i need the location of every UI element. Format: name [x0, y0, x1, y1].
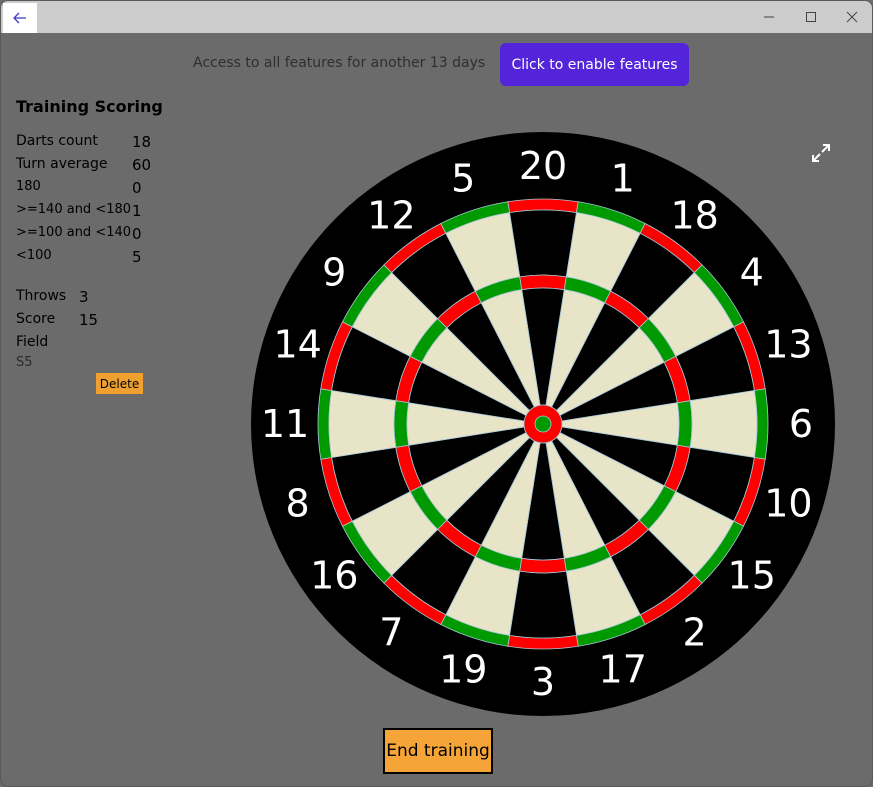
- outer-single-segment-3[interactable]: [509, 570, 577, 639]
- board-number-13: 13: [764, 322, 812, 366]
- stat-label: Turn average: [16, 156, 108, 172]
- stat-value: 60: [132, 156, 152, 174]
- delete-button[interactable]: Delete: [96, 373, 143, 394]
- end-training-button[interactable]: End training: [383, 728, 493, 774]
- board-number-6: 6: [789, 402, 813, 446]
- board-number-12: 12: [367, 193, 415, 237]
- maximize-icon: [806, 12, 816, 22]
- inner-bull[interactable]: [534, 415, 552, 433]
- stat-value: 1: [132, 202, 142, 220]
- board-number-17: 17: [599, 647, 647, 691]
- stat-row: <100 5: [16, 248, 246, 271]
- stat-label: <100: [16, 248, 52, 263]
- board-number-2: 2: [683, 611, 707, 655]
- triple-segment-6[interactable]: [676, 400, 693, 448]
- outer-single-segment-20[interactable]: [509, 209, 577, 278]
- field-label: Field: [16, 334, 49, 350]
- board-number-10: 10: [764, 482, 812, 526]
- board-number-4: 4: [740, 250, 764, 294]
- stat-label: Darts count: [16, 133, 98, 149]
- board-number-15: 15: [728, 554, 776, 598]
- stat-row: >=100 and <140 0: [16, 225, 246, 248]
- title-bar: [1, 1, 872, 33]
- throws-value: 3: [79, 288, 89, 306]
- board-number-20: 20: [519, 144, 567, 188]
- board-number-8: 8: [286, 482, 310, 526]
- app-window: Access to all features for another 13 da…: [0, 0, 873, 787]
- arrow-left-icon: [13, 12, 26, 24]
- stat-value: 5: [132, 248, 142, 266]
- panel-title: Training Scoring: [16, 97, 163, 116]
- board-number-9: 9: [322, 250, 346, 294]
- board-number-1: 1: [611, 157, 635, 201]
- close-icon: [846, 11, 858, 23]
- back-button[interactable]: [3, 3, 37, 33]
- stat-label: >=140 and <180: [16, 202, 132, 217]
- board-number-3: 3: [531, 660, 555, 704]
- maximize-button[interactable]: [789, 1, 833, 33]
- field-value: S5: [16, 355, 33, 370]
- minimize-button[interactable]: [747, 1, 791, 33]
- outer-single-segment-6[interactable]: [689, 390, 758, 458]
- board-number-11: 11: [261, 402, 309, 446]
- training-scoring-panel: Training Scoring Darts count 18 Turn ave…: [16, 97, 246, 271]
- enable-features-button[interactable]: Click to enable features: [500, 43, 689, 86]
- board-number-5: 5: [451, 157, 475, 201]
- stat-value: 0: [132, 225, 142, 243]
- stat-row: >=140 and <180 1: [16, 202, 246, 225]
- board-number-19: 19: [439, 647, 487, 691]
- score-value: 15: [79, 311, 99, 329]
- throws-label: Throws: [16, 288, 67, 304]
- stat-value: 18: [132, 133, 152, 151]
- expand-icon[interactable]: [809, 141, 833, 165]
- stat-row: Darts count 18: [16, 133, 246, 156]
- triple-segment-3[interactable]: [519, 557, 567, 574]
- stat-label: 180: [16, 179, 41, 194]
- trial-message: Access to all features for another 13 da…: [193, 55, 486, 71]
- board-number-7: 7: [379, 611, 403, 655]
- stat-value: 0: [132, 179, 142, 197]
- score-label: Score: [16, 311, 56, 327]
- board-number-16: 16: [310, 554, 358, 598]
- close-button[interactable]: [830, 1, 872, 33]
- board-number-14: 14: [273, 322, 321, 366]
- outer-single-segment-11[interactable]: [328, 390, 397, 458]
- stat-row: Turn average 60: [16, 156, 246, 179]
- board-number-18: 18: [670, 193, 718, 237]
- triple-segment-11[interactable]: [393, 400, 410, 448]
- stat-row: 180 0: [16, 179, 246, 202]
- stat-label: >=100 and <140: [16, 225, 132, 240]
- minimize-icon: [764, 16, 774, 18]
- triple-segment-20[interactable]: [519, 274, 567, 291]
- dartboard[interactable]: 20 1 18 413 6 10 15 2 17 3 19 7 168 11 149 12 5: [250, 131, 836, 717]
